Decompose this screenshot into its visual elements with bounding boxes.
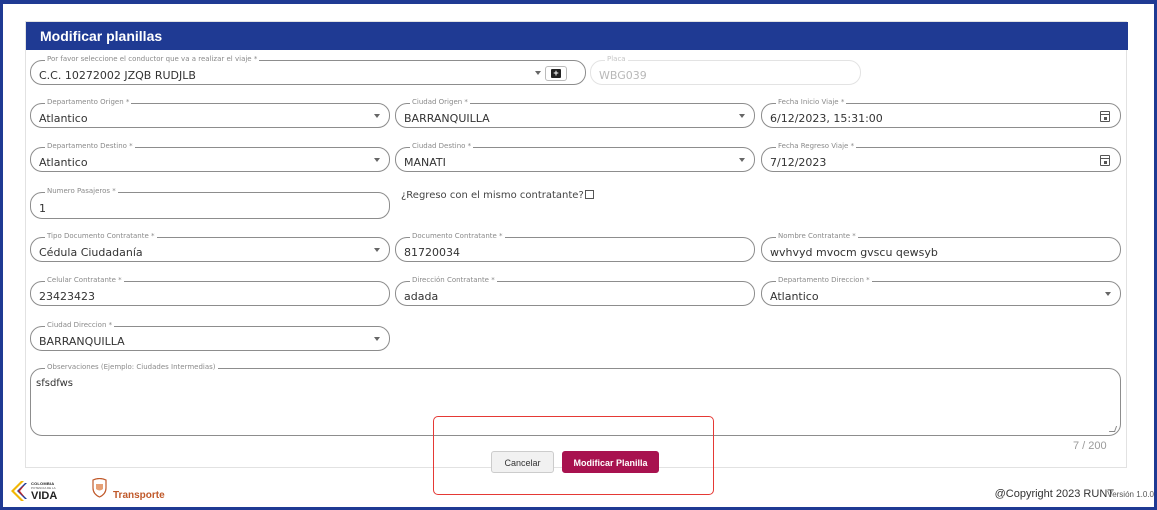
- page-title: Modificar planillas: [40, 28, 163, 44]
- resize-handle-icon[interactable]: [1108, 426, 1118, 432]
- plus-icon: +: [551, 69, 561, 78]
- tipo-documento-value: Cédula Ciudadanía: [39, 246, 143, 259]
- fecha-inicio-label: Fecha Inicio Viaje *: [776, 98, 847, 107]
- fecha-inicio-field[interactable]: Fecha Inicio Viaje * 6/12/2023, 15:31:00: [761, 98, 1121, 128]
- conductor-select[interactable]: Por favor seleccione el conductor que va…: [30, 55, 586, 85]
- colombia-line3: VIDA: [31, 490, 58, 502]
- nombre-contratante-value: wvhvyd mvocm gvscu qewsyb: [770, 246, 938, 259]
- numero-pasajeros-label: Numero Pasajeros *: [45, 187, 118, 196]
- chevron-down-icon: [535, 71, 541, 75]
- departamento-direccion-value: Atlantico: [770, 290, 819, 303]
- transporte-logo: Transporte: [91, 478, 171, 502]
- departamento-origen-label: Departamento Origen *: [45, 98, 132, 107]
- departamento-destino-select[interactable]: Departamento Destino * Atlantico: [30, 142, 390, 172]
- chevron-down-icon: [374, 158, 380, 162]
- ciudad-direccion-select[interactable]: Ciudad Direccion * BARRANQUILLA: [30, 321, 390, 351]
- documento-contratante-field[interactable]: Documento Contratante * 81720034: [395, 232, 755, 262]
- chevron-down-icon: [739, 158, 745, 162]
- departamento-direccion-label: Departamento Direccion *: [776, 276, 872, 285]
- chevron-down-icon: [1105, 292, 1111, 296]
- celular-contratante-label: Celular Contratante *: [45, 276, 124, 285]
- chevron-down-icon: [374, 337, 380, 341]
- footer: COLOMBIA POTENCIA DE LA VIDA Transporte …: [3, 474, 1154, 507]
- departamento-destino-value: Atlantico: [39, 156, 88, 169]
- direccion-contratante-label: Dirección Contratante *: [410, 276, 497, 285]
- numero-pasajeros-value: 1: [39, 202, 46, 215]
- version-text: Versión 1.0.0: [1107, 490, 1154, 499]
- fecha-regreso-value: 7/12/2023: [770, 156, 827, 169]
- colombia-chevron-icon: [11, 481, 27, 501]
- page: Modificar planillas Por favor seleccione…: [3, 4, 1154, 507]
- ciudad-origen-select[interactable]: Ciudad Origen * BARRANQUILLA: [395, 98, 755, 128]
- departamento-direccion-select[interactable]: Departamento Direccion * Atlantico: [761, 276, 1121, 306]
- regreso-contratante-checkbox[interactable]: [584, 190, 594, 199]
- placa-field: Placa WBG039: [590, 55, 861, 85]
- tipo-documento-select[interactable]: Tipo Documento Contratante * Cédula Ciud…: [30, 232, 390, 262]
- celular-contratante-field[interactable]: Celular Contratante * 23423423: [30, 276, 390, 306]
- placa-label: Placa: [605, 55, 628, 64]
- observaciones-label: Observaciones (Ejemplo: Ciudades Interme…: [45, 363, 218, 372]
- form-card: Modificar planillas Por favor seleccione…: [25, 21, 1128, 473]
- direccion-contratante-value: adada: [404, 290, 439, 303]
- fecha-regreso-label: Fecha Regreso Viaje *: [776, 142, 857, 151]
- ciudad-destino-select[interactable]: Ciudad Destino * MANATI: [395, 142, 755, 172]
- departamento-destino-label: Departamento Destino *: [45, 142, 135, 151]
- celular-contratante-value: 23423423: [39, 290, 95, 303]
- transporte-label: Transporte: [113, 490, 165, 501]
- departamento-origen-value: Atlantico: [39, 112, 88, 125]
- observaciones-value: sfsdfws: [36, 378, 74, 389]
- fecha-inicio-value: 6/12/2023, 15:31:00: [770, 112, 883, 125]
- header-bar: Modificar planillas: [26, 22, 1128, 50]
- copyright-text: @Copyright 2023 RUNT: [994, 488, 1114, 500]
- conductor-value: C.C. 10272002 JZQB RUDJLB: [39, 69, 196, 82]
- nombre-contratante-label: Nombre Contratante *: [776, 232, 858, 241]
- nombre-contratante-field[interactable]: Nombre Contratante * wvhvyd mvocm gvscu …: [761, 232, 1121, 262]
- calendar-icon[interactable]: [1100, 155, 1110, 166]
- documento-contratante-label: Documento Contratante *: [410, 232, 505, 241]
- direccion-contratante-field[interactable]: Dirección Contratante * adada: [395, 276, 755, 306]
- regreso-contratante-option[interactable]: ¿Regreso con el mismo contratante?: [401, 190, 594, 201]
- add-conductor-button[interactable]: +: [545, 66, 567, 81]
- ciudad-origen-label: Ciudad Origen *: [410, 98, 470, 107]
- observaciones-counter: 7 / 200: [1073, 440, 1107, 452]
- documento-contratante-value: 81720034: [404, 246, 460, 259]
- calendar-icon[interactable]: [1100, 111, 1110, 122]
- ciudad-direccion-value: BARRANQUILLA: [39, 335, 125, 348]
- chevron-down-icon: [374, 248, 380, 252]
- ciudad-origen-value: BARRANQUILLA: [404, 112, 490, 125]
- ciudad-destino-value: MANATI: [404, 156, 446, 169]
- chevron-down-icon: [374, 114, 380, 118]
- conductor-label: Por favor seleccione el conductor que va…: [45, 55, 260, 64]
- ciudad-direccion-label: Ciudad Direccion *: [45, 321, 115, 330]
- departamento-origen-select[interactable]: Departamento Origen * Atlantico: [30, 98, 390, 128]
- fecha-regreso-field[interactable]: Fecha Regreso Viaje * 7/12/2023: [761, 142, 1121, 172]
- placa-value: WBG039: [599, 69, 647, 82]
- regreso-contratante-label: ¿Regreso con el mismo contratante?: [401, 190, 584, 201]
- shield-icon: [92, 478, 107, 498]
- ciudad-destino-label: Ciudad Destino *: [410, 142, 474, 151]
- tipo-documento-label: Tipo Documento Contratante *: [45, 232, 157, 241]
- colombia-logo: COLOMBIA POTENCIA DE LA VIDA: [11, 477, 75, 505]
- chevron-down-icon: [739, 114, 745, 118]
- numero-pasajeros-field[interactable]: Numero Pasajeros * 1: [30, 187, 390, 219]
